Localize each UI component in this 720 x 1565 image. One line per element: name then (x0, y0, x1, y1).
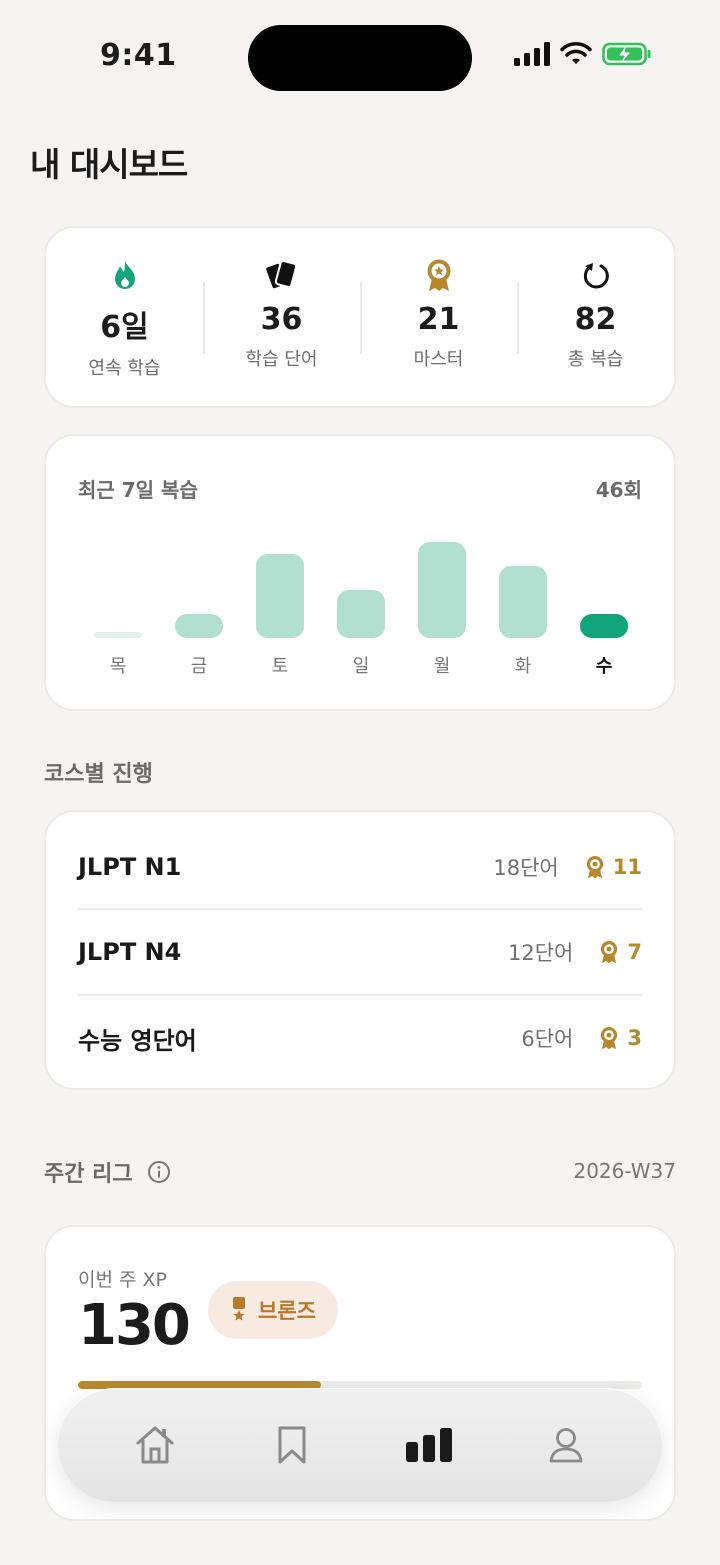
course-row[interactable]: JLPT N4 12단어 7 (78, 908, 642, 994)
stats-icon (405, 1428, 452, 1462)
stat-label: 마스터 (413, 349, 464, 370)
bronze-medal-icon (233, 1297, 245, 1321)
cards-icon (265, 260, 297, 289)
stat-words: 36 학습 단어 (203, 228, 360, 406)
battery-charging-icon (602, 42, 651, 66)
page-title: 내 대시보드 (30, 145, 188, 184)
stat-value: 21 (417, 302, 460, 337)
stat-label: 총 복습 (567, 349, 624, 370)
tab-profile[interactable] (516, 1405, 616, 1485)
tab-bookmarks[interactable] (242, 1405, 342, 1485)
course-mastered: 7 (599, 940, 642, 964)
profile-icon (549, 1428, 582, 1463)
chart-bar (580, 614, 628, 638)
wifi-icon (560, 42, 592, 64)
course-name: 수능 영단어 (78, 1026, 197, 1055)
medal-icon (601, 941, 618, 964)
chart-bar (418, 542, 466, 638)
status-icons (514, 42, 652, 66)
course-name: JLPT N1 (78, 853, 182, 881)
tab-stats[interactable] (379, 1405, 479, 1485)
home-icon (136, 1426, 173, 1464)
league-week: 2026-W37 (573, 1159, 676, 1183)
chart-bar (337, 590, 385, 638)
dynamic-island (248, 25, 472, 91)
league-header: 주간 리그 (44, 1156, 171, 1188)
stat-value: 36 (260, 302, 303, 337)
chart-day-label: 금 (190, 656, 208, 677)
chart-bars: 목금토일월화수 (46, 436, 674, 709)
medal-icon (601, 1027, 618, 1050)
course-name: JLPT N4 (78, 938, 182, 966)
cellular-signal-icon (514, 42, 550, 66)
chart-day-label: 화 (514, 656, 532, 677)
tab-bar (58, 1388, 662, 1502)
chart-bar (175, 614, 223, 638)
info-icon[interactable] (147, 1160, 171, 1184)
bookmark-icon (278, 1426, 305, 1464)
course-row[interactable]: JLPT N1 18단어 11 (78, 824, 642, 910)
course-word-count: 12단어 (508, 941, 574, 965)
courses-card: JLPT N1 18단어 11 JLPT N4 12단어 7 수능 영단어 6단… (44, 810, 676, 1090)
tier-label: 브론즈 (258, 1299, 316, 1323)
refresh-icon (583, 263, 609, 289)
tab-home[interactable] (105, 1405, 205, 1485)
stat-mastered: 21 마스터 (360, 228, 517, 406)
stat-label: 연속 학습 (88, 358, 161, 379)
course-mastered: 11 (585, 855, 642, 879)
flame-icon (114, 261, 135, 289)
stat-label: 학습 단어 (245, 349, 318, 370)
medal-icon (427, 259, 450, 291)
chart-day-label: 목 (109, 656, 127, 677)
stat-streak: 6일 연속 학습 (46, 228, 203, 406)
course-word-count: 18단어 (493, 856, 559, 880)
medal-icon (586, 856, 603, 879)
chart-day-label: 월 (433, 656, 451, 677)
chart-day-label: 토 (271, 656, 289, 677)
weekly-review-chart: 최근 7일 복습 46회 목금토일월화수 (44, 434, 676, 711)
status-time: 9:41 (100, 38, 177, 73)
chart-bar (94, 632, 142, 638)
chart-bar (499, 566, 547, 638)
course-mastered-count: 7 (627, 940, 642, 964)
tier-badge: 브론즈 (208, 1281, 338, 1339)
course-word-count: 6단어 (521, 1027, 574, 1051)
stat-value: 82 (574, 302, 617, 337)
stat-value: 6일 (100, 310, 149, 345)
course-row[interactable]: 수능 영단어 6단어 3 (78, 994, 642, 1080)
stat-reviews: 82 총 복습 (517, 228, 674, 406)
xp-label: 이번 주 XP (78, 1269, 167, 1291)
chart-bar (256, 554, 304, 638)
course-mastered-count: 3 (627, 1026, 642, 1050)
league-title: 주간 리그 (44, 1162, 133, 1187)
stats-card: 6일 연속 학습 36 학습 단어 21 마스터 82 총 복습 (44, 226, 676, 408)
chart-day-label: 수 (595, 656, 613, 677)
xp-value: 130 (78, 1293, 191, 1358)
course-mastered-count: 11 (612, 855, 642, 879)
chart-day-label: 일 (352, 656, 370, 677)
course-mastered: 3 (599, 1026, 642, 1050)
courses-section-title: 코스별 진행 (44, 762, 153, 787)
